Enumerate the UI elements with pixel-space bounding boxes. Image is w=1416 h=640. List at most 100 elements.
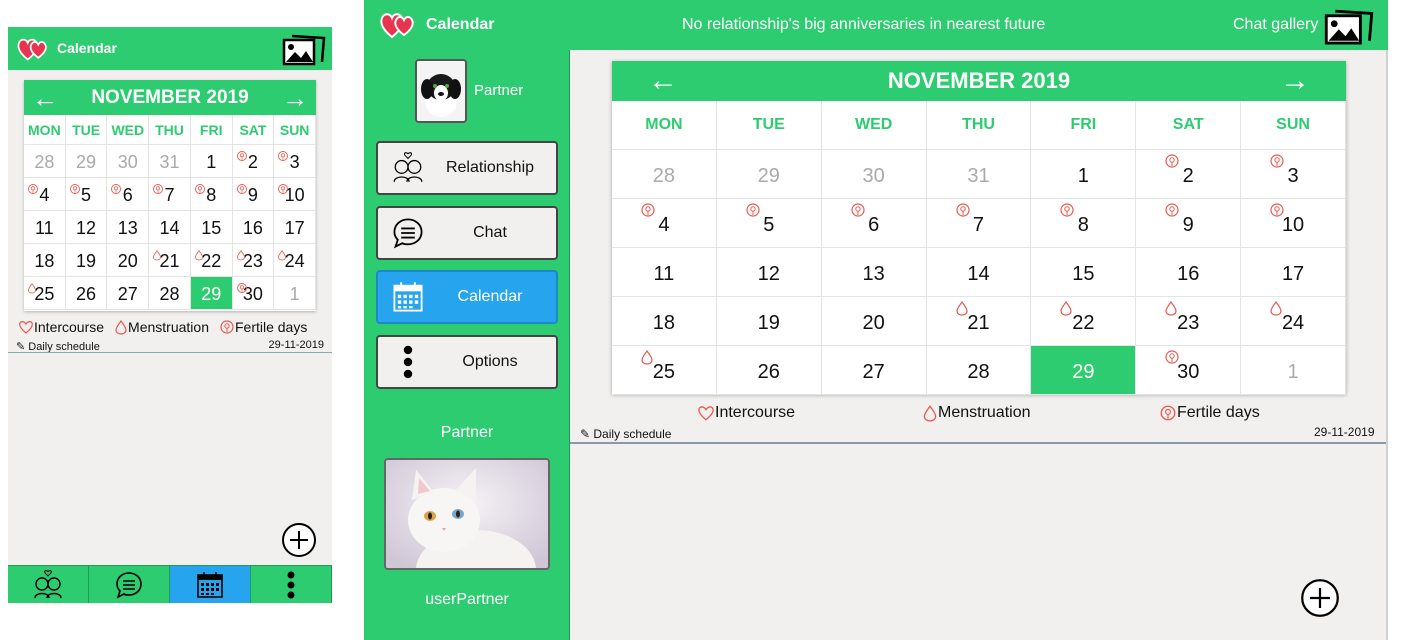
- day-cell[interactable]: 19: [716, 297, 822, 346]
- day-cell[interactable]: 5: [65, 178, 108, 211]
- day-cell[interactable]: 10: [1241, 199, 1346, 248]
- day-cell[interactable]: 28: [149, 277, 191, 310]
- day-cell[interactable]: 11: [612, 248, 717, 297]
- day-cell[interactable]: 6: [107, 178, 150, 211]
- next-month-arrow-icon[interactable]: →: [1280, 66, 1310, 96]
- day-cell[interactable]: 31: [926, 150, 1032, 199]
- day-cell[interactable]: 26: [716, 346, 822, 395]
- day-cell[interactable]: 9: [1136, 199, 1242, 248]
- day-cell[interactable]: 30: [821, 150, 927, 199]
- day-cell[interactable]: 5: [716, 199, 822, 248]
- day-cell[interactable]: 19: [65, 244, 108, 277]
- nav-options[interactable]: Options: [376, 335, 558, 389]
- gallery-icon[interactable]: [1324, 6, 1374, 46]
- day-cell-today[interactable]: 29: [1031, 346, 1137, 395]
- partner-avatar[interactable]: [415, 59, 467, 123]
- weekday-header: FRI: [190, 115, 233, 145]
- day-cell[interactable]: 13: [107, 211, 150, 244]
- day-cell[interactable]: 27: [107, 277, 150, 310]
- chat-gallery-label[interactable]: Chat gallery: [1233, 16, 1318, 34]
- day-number: 11: [653, 262, 675, 285]
- day-cell[interactable]: 10: [274, 178, 316, 211]
- day-cell[interactable]: 31: [149, 145, 191, 178]
- day-cell[interactable]: 7: [149, 178, 191, 211]
- partner-photo[interactable]: [384, 458, 550, 570]
- day-cell[interactable]: 1: [190, 145, 233, 178]
- drop-icon: [194, 249, 203, 261]
- day-cell[interactable]: 22: [1031, 297, 1137, 346]
- day-cell[interactable]: 12: [65, 211, 108, 244]
- tab-options[interactable]: [251, 566, 332, 603]
- fertile-marker: [1059, 201, 1075, 224]
- day-cell[interactable]: 18: [24, 244, 66, 277]
- schedule-date: 29-11-2019: [268, 339, 324, 351]
- nav-calendar[interactable]: Calendar: [376, 270, 558, 324]
- fertile-flower-icon: [153, 184, 164, 194]
- day-cell[interactable]: 24: [1241, 297, 1346, 346]
- partner-name: Partner: [474, 82, 524, 99]
- day-cell[interactable]: 3: [274, 145, 316, 178]
- day-cell[interactable]: 16: [232, 211, 275, 244]
- day-cell[interactable]: 27: [821, 346, 927, 395]
- next-month-arrow-icon[interactable]: →: [282, 85, 308, 111]
- day-cell[interactable]: 1: [1241, 346, 1346, 395]
- day-cell[interactable]: 23: [232, 244, 275, 277]
- day-cell[interactable]: 4: [612, 199, 717, 248]
- day-cell[interactable]: 21: [926, 297, 1032, 346]
- day-cell[interactable]: 30: [107, 145, 150, 178]
- daily-schedule-link[interactable]: ✎ Daily schedule: [580, 427, 671, 441]
- day-cell[interactable]: 21: [149, 244, 191, 277]
- day-cell[interactable]: 12: [716, 248, 822, 297]
- legend-menstruation: Menstruation: [922, 404, 1031, 422]
- day-cell[interactable]: 28: [926, 346, 1032, 395]
- day-cell[interactable]: 11: [24, 211, 66, 244]
- prev-month-arrow-icon[interactable]: ←: [648, 66, 678, 96]
- tab-relationship[interactable]: [8, 566, 89, 603]
- day-cell[interactable]: 1: [1031, 150, 1137, 199]
- day-cell[interactable]: 8: [190, 178, 233, 211]
- day-cell[interactable]: 18: [612, 297, 717, 346]
- day-cell[interactable]: 24: [274, 244, 316, 277]
- day-number: 1: [1287, 360, 1299, 383]
- day-cell[interactable]: 16: [1136, 248, 1242, 297]
- day-cell[interactable]: 17: [1241, 248, 1346, 297]
- day-cell[interactable]: 3: [1241, 150, 1346, 199]
- day-cell[interactable]: 15: [190, 211, 233, 244]
- add-button[interactable]: [281, 522, 317, 558]
- prev-month-arrow-icon[interactable]: ←: [32, 85, 58, 111]
- day-cell[interactable]: 2: [1136, 150, 1242, 199]
- day-number: 1: [289, 284, 300, 304]
- day-cell[interactable]: 6: [821, 199, 927, 248]
- day-cell[interactable]: 28: [612, 150, 717, 199]
- day-cell[interactable]: 4: [24, 178, 66, 211]
- tab-calendar[interactable]: [170, 566, 251, 603]
- add-button[interactable]: [1300, 578, 1340, 618]
- day-cell[interactable]: 30: [1136, 346, 1242, 395]
- day-cell[interactable]: 17: [274, 211, 316, 244]
- gallery-icon[interactable]: [282, 32, 326, 66]
- day-cell[interactable]: 23: [1136, 297, 1242, 346]
- day-cell[interactable]: 1: [274, 277, 316, 310]
- day-cell[interactable]: 29: [65, 145, 108, 178]
- day-cell[interactable]: 2: [232, 145, 275, 178]
- day-cell[interactable]: 22: [190, 244, 233, 277]
- day-cell[interactable]: 25: [612, 346, 717, 395]
- day-cell[interactable]: 14: [926, 248, 1032, 297]
- day-cell[interactable]: 13: [821, 248, 927, 297]
- day-cell[interactable]: 30: [232, 277, 275, 310]
- day-cell[interactable]: 28: [24, 145, 66, 178]
- day-cell[interactable]: 25: [24, 277, 66, 310]
- day-cell[interactable]: 15: [1031, 248, 1137, 297]
- day-cell[interactable]: 20: [821, 297, 927, 346]
- tab-chat[interactable]: [89, 566, 170, 603]
- day-cell[interactable]: 9: [232, 178, 275, 211]
- day-cell[interactable]: 20: [107, 244, 150, 277]
- day-cell[interactable]: 7: [926, 199, 1032, 248]
- day-cell[interactable]: 26: [65, 277, 108, 310]
- day-cell[interactable]: 8: [1031, 199, 1137, 248]
- day-cell[interactable]: 29: [716, 150, 822, 199]
- day-cell[interactable]: 14: [149, 211, 191, 244]
- day-cell-today[interactable]: 29: [190, 277, 233, 310]
- nav-relationship[interactable]: Relationship: [376, 141, 558, 195]
- nav-chat[interactable]: Chat: [376, 206, 558, 260]
